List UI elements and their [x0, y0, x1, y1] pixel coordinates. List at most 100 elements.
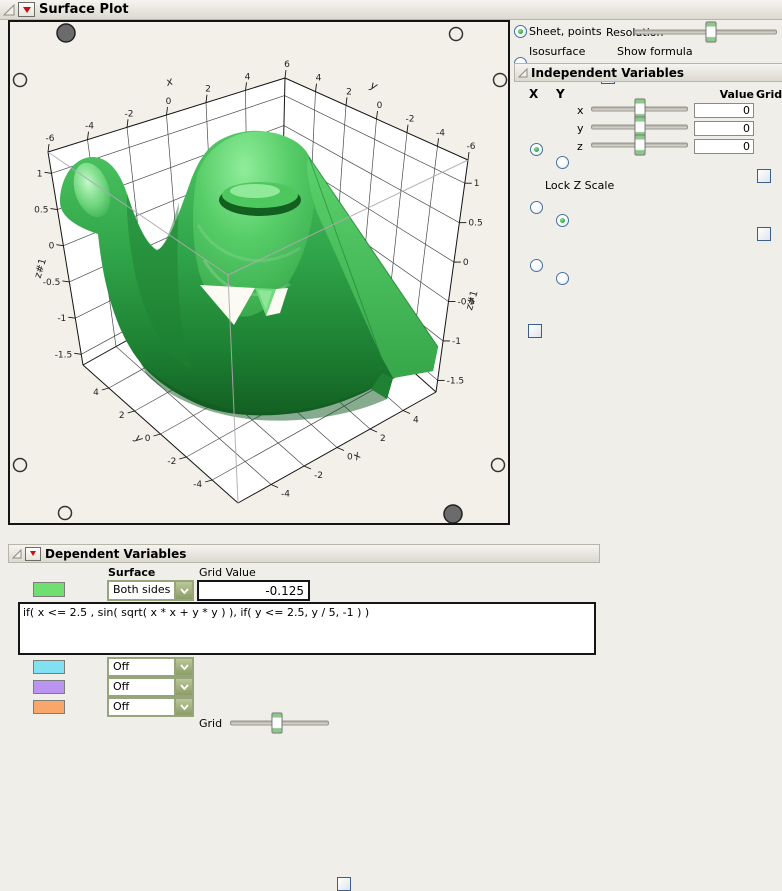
- slot-color-swatch[interactable]: [33, 680, 65, 694]
- iv-y-grid-checkbox[interactable]: [757, 227, 771, 241]
- radio-isosurface-label: Isosurface: [529, 45, 585, 58]
- dropdown-button[interactable]: [174, 659, 192, 675]
- slot-2-dropdown[interactable]: Off: [107, 677, 194, 697]
- svg-text:2: 2: [205, 85, 211, 95]
- dropdown-button[interactable]: [174, 699, 192, 715]
- dependent-variables-header[interactable]: Dependent Variables: [8, 544, 600, 563]
- svg-text:-2: -2: [167, 457, 176, 467]
- rotation-handle[interactable]: [492, 459, 505, 472]
- grid-slider[interactable]: [229, 716, 330, 730]
- chevron-down-icon: [180, 704, 189, 710]
- slot-2-value: Off: [109, 679, 174, 695]
- red-triangle-icon: [30, 551, 36, 556]
- independent-variables-header[interactable]: Independent Variables: [514, 63, 782, 82]
- disclosure-triangle-icon[interactable]: [518, 67, 529, 79]
- grid-slider-label: Grid: [199, 717, 222, 730]
- iv-row-label: x: [577, 104, 584, 117]
- titlebar: Surface Plot: [0, 0, 782, 20]
- independent-variables-title: Independent Variables: [531, 66, 684, 80]
- iv-y-axis-radio-y[interactable]: [556, 214, 569, 227]
- iv-y-value-field[interactable]: 0: [694, 121, 754, 136]
- svg-text:-0.5: -0.5: [43, 278, 61, 288]
- svg-text:z#1: z#1: [33, 257, 49, 279]
- iv-z-axis-radio-y[interactable]: [556, 272, 569, 285]
- resolution-slider-thumb[interactable]: [706, 21, 717, 42]
- dropdown-button[interactable]: [174, 582, 192, 599]
- page-title: Surface Plot: [39, 2, 129, 17]
- slot-color-swatch[interactable]: [33, 700, 65, 714]
- svg-text:4: 4: [93, 388, 99, 398]
- slot-3-value: Off: [109, 699, 174, 715]
- dropdown-button[interactable]: [174, 679, 192, 695]
- iv-z-slider-thumb[interactable]: [634, 135, 645, 156]
- svg-text:z#1: z#1: [464, 289, 480, 311]
- iv-x-axis-radio-y[interactable]: [556, 156, 569, 169]
- iv-col-x-header: X: [529, 87, 538, 101]
- rotation-handle[interactable]: [14, 74, 27, 87]
- iv-x-value-field[interactable]: 0: [694, 103, 754, 118]
- surface-style-value: Both sides: [109, 582, 174, 599]
- red-menu-button[interactable]: [25, 547, 41, 561]
- svg-text:0.5: 0.5: [468, 219, 482, 229]
- plot-3d-panel[interactable]: -6-4-20246420-2-4-6420-2-4-4-2024110.50.…: [8, 20, 510, 525]
- svg-text:-4: -4: [85, 122, 94, 132]
- iv-row-label: z: [577, 140, 583, 153]
- slot-1-dropdown[interactable]: Off: [107, 657, 194, 677]
- formula-box[interactable]: if( x <= 2.5 , sin( sqrt( x * x + y * y …: [18, 602, 596, 655]
- grid-checkbox[interactable]: [337, 877, 351, 891]
- slot-color-swatch[interactable]: [33, 660, 65, 674]
- svg-text:-2: -2: [125, 109, 134, 119]
- svg-text:-6: -6: [467, 142, 476, 152]
- grid-slider-thumb[interactable]: [272, 713, 283, 734]
- svg-text:-4: -4: [436, 128, 445, 138]
- svg-text:-1: -1: [57, 314, 66, 324]
- rotation-handle[interactable]: [494, 74, 507, 87]
- svg-text:-4: -4: [193, 480, 202, 490]
- iv-x-grid-checkbox[interactable]: [757, 169, 771, 183]
- jmp-surface-plot-window: { "window": { "title": "Surface Plot" },…: [0, 0, 782, 737]
- red-menu-button[interactable]: [18, 2, 35, 17]
- surface-color-swatch[interactable]: [33, 582, 65, 597]
- iv-value-header: Value: [694, 88, 754, 101]
- iv-col-y-header: Y: [556, 87, 565, 101]
- formula-text: if( x <= 2.5 , sin( sqrt( x * x + y * y …: [23, 606, 369, 619]
- iv-z-slider[interactable]: [590, 138, 689, 152]
- svg-text:-1: -1: [452, 337, 461, 347]
- svg-text:-4: -4: [281, 490, 290, 500]
- rotation-handle-filled[interactable]: [444, 505, 462, 523]
- slot-3-dropdown[interactable]: Off: [107, 697, 194, 717]
- radio-sheet-points[interactable]: [514, 25, 527, 38]
- surface-column-header: Surface: [108, 566, 155, 579]
- svg-text:-1.5: -1.5: [447, 376, 465, 386]
- grid-value-field[interactable]: -0.125: [197, 580, 310, 601]
- svg-text:y: y: [367, 78, 380, 93]
- iv-y-slider[interactable]: [590, 120, 689, 134]
- svg-text:-2: -2: [406, 115, 415, 125]
- red-triangle-icon: [23, 7, 31, 13]
- svg-text:1: 1: [37, 169, 43, 179]
- surface-plot-canvas[interactable]: -6-4-20246420-2-4-6420-2-4-4-2024110.50.…: [10, 22, 508, 523]
- rotation-handle[interactable]: [14, 459, 27, 472]
- radio-sheet-points-label: Sheet, points: [529, 25, 602, 38]
- svg-text:6: 6: [284, 60, 290, 70]
- svg-text:x: x: [164, 74, 175, 89]
- iv-row-label: y: [577, 122, 584, 135]
- rotation-handle[interactable]: [59, 507, 72, 520]
- svg-text:0.5: 0.5: [34, 206, 48, 216]
- disclosure-triangle-icon[interactable]: [3, 3, 16, 17]
- lock-z-scale-checkbox[interactable]: [528, 324, 542, 338]
- rotation-handle-filled[interactable]: [57, 24, 75, 42]
- slot-1-value: Off: [109, 659, 174, 675]
- iv-x-axis-radio-x[interactable]: [530, 143, 543, 156]
- svg-text:-2: -2: [314, 471, 323, 481]
- iv-x-slider[interactable]: [590, 102, 689, 116]
- iv-z-axis-radio-x[interactable]: [530, 259, 543, 272]
- surface-style-dropdown[interactable]: Both sides: [107, 580, 194, 601]
- resolution-slider[interactable]: [633, 25, 778, 38]
- iv-y-axis-radio-x[interactable]: [530, 201, 543, 214]
- svg-text:y: y: [131, 431, 146, 446]
- disclosure-triangle-icon[interactable]: [12, 548, 23, 560]
- rotation-handle[interactable]: [450, 28, 463, 41]
- chevron-down-icon: [180, 588, 189, 594]
- iv-z-value-field[interactable]: 0: [694, 139, 754, 154]
